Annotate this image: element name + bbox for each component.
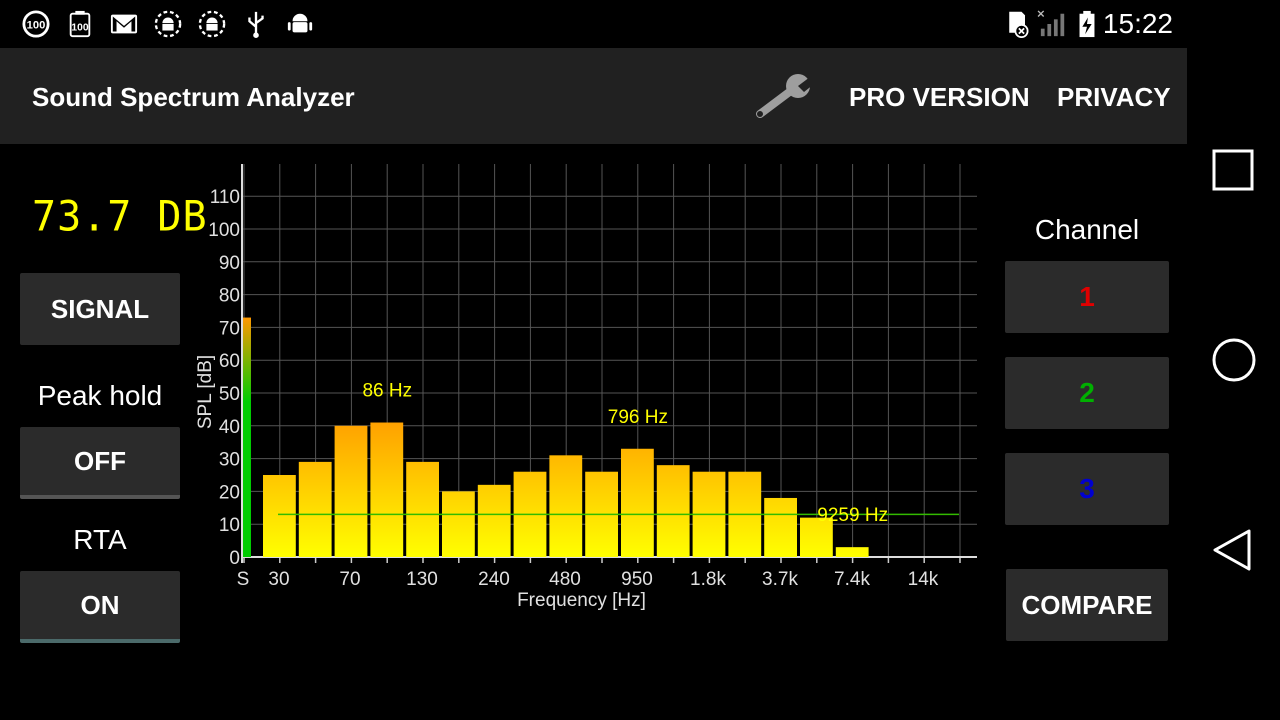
- x-tick-label: S: [237, 569, 250, 590]
- spectrum-bar: [334, 425, 368, 557]
- signal-button[interactable]: SIGNAL: [20, 273, 180, 345]
- y-tick-label: 70: [219, 318, 240, 339]
- privacy-button[interactable]: PRIVACY: [1057, 82, 1171, 113]
- y-tick-label: 100: [208, 220, 240, 241]
- x-tick-label: 7.4k: [834, 569, 870, 590]
- x-tick-label: 1.8k: [690, 569, 726, 590]
- spectrum-bar: [442, 491, 475, 557]
- x-tick-label: 70: [339, 569, 360, 590]
- y-tick-label: 10: [219, 515, 240, 536]
- wrench-icon[interactable]: [754, 70, 816, 122]
- sd-card-error-icon: [1009, 11, 1029, 38]
- app-title: Sound Spectrum Analyzer: [32, 82, 355, 112]
- compare-button[interactable]: COMPARE: [1006, 569, 1168, 641]
- y-tick-label: 110: [210, 187, 240, 208]
- peak-hold-label: Peak hold: [37, 380, 163, 411]
- y-axis-title: SPL [dB]: [195, 355, 216, 429]
- x-tick-label: 3.7k: [762, 569, 798, 590]
- spectrum-bar: [656, 465, 690, 557]
- x-tick-label: 480: [549, 569, 581, 590]
- channel-2-button[interactable]: 2: [1005, 357, 1169, 429]
- peak-label: 796 Hz: [608, 407, 668, 428]
- level-readout: 73.7 DB: [32, 192, 208, 242]
- y-tick-label: 20: [219, 482, 240, 503]
- spectrum-bar: [477, 484, 511, 557]
- spectrum-bar: [621, 448, 654, 557]
- spectrum-bar: [835, 547, 869, 557]
- android-debug-icon: [198, 10, 226, 38]
- battery-100-icon: 100: [22, 10, 50, 38]
- y-tick-label: 50: [219, 384, 240, 405]
- svg-text:100: 100: [27, 20, 46, 32]
- android-icon: [287, 13, 313, 33]
- usb-icon: [248, 11, 264, 38]
- app-bar: Sound Spectrum Analyzer PRO VERSION PRIV…: [0, 48, 1187, 144]
- spectrum-bar: [263, 475, 296, 557]
- spectrum-bar: [549, 455, 583, 557]
- clock: 15:22: [1102, 8, 1173, 39]
- battery-charging-icon: [1079, 10, 1095, 38]
- x-tick-label: 14k: [908, 569, 939, 590]
- recents-icon[interactable]: [1211, 148, 1255, 192]
- x-tick-label: 950: [621, 569, 653, 590]
- y-tick-label: 90: [219, 253, 240, 274]
- navigation-bar: [1187, 0, 1280, 720]
- spectrum-bar: [764, 497, 797, 557]
- y-tick-label: 60: [219, 351, 240, 372]
- y-tick-label: 40: [219, 417, 240, 438]
- x-tick-label: 30: [268, 569, 289, 590]
- peak-label: 9259 Hz: [817, 505, 888, 526]
- status-bar: 100 100 15:22: [0, 0, 1187, 48]
- android-debug-icon: [154, 10, 182, 38]
- channel-3-button[interactable]: 3: [1005, 453, 1169, 525]
- y-tick-label: 0: [229, 548, 240, 569]
- battery-100-outline-icon: 100: [69, 10, 91, 38]
- svg-text:100: 100: [71, 23, 88, 34]
- rta-label: RTA: [73, 524, 127, 555]
- spectrum-bar: [406, 461, 439, 557]
- spectrum-bar: [370, 422, 404, 557]
- channel-1-button[interactable]: 1: [1005, 261, 1169, 333]
- spectrum-chart: 0 10 20 30 40 50 60 70 80 90 100 110 86 Hz 796 Hz 9259…: [195, 164, 977, 611]
- gmail-icon: [110, 14, 138, 34]
- peak-label: 86 Hz: [362, 381, 412, 402]
- y-tick-label: 80: [219, 286, 240, 307]
- signal-level-bar: [243, 317, 251, 557]
- pro-version-button[interactable]: PRO VERSION: [849, 82, 1030, 113]
- x-tick-label: 240: [478, 569, 510, 590]
- home-icon[interactable]: [1211, 337, 1257, 383]
- y-tick-label: 30: [219, 450, 240, 471]
- spectrum-bar: [298, 461, 332, 557]
- x-tick-label: 130: [406, 569, 438, 590]
- rta-toggle[interactable]: ON: [20, 571, 180, 643]
- x-axis-title: Frequency [Hz]: [517, 590, 646, 611]
- signal-none-icon: [1037, 10, 1065, 37]
- peak-hold-toggle[interactable]: OFF: [20, 427, 180, 499]
- channel-label: Channel: [1034, 214, 1140, 245]
- back-icon[interactable]: [1211, 527, 1253, 573]
